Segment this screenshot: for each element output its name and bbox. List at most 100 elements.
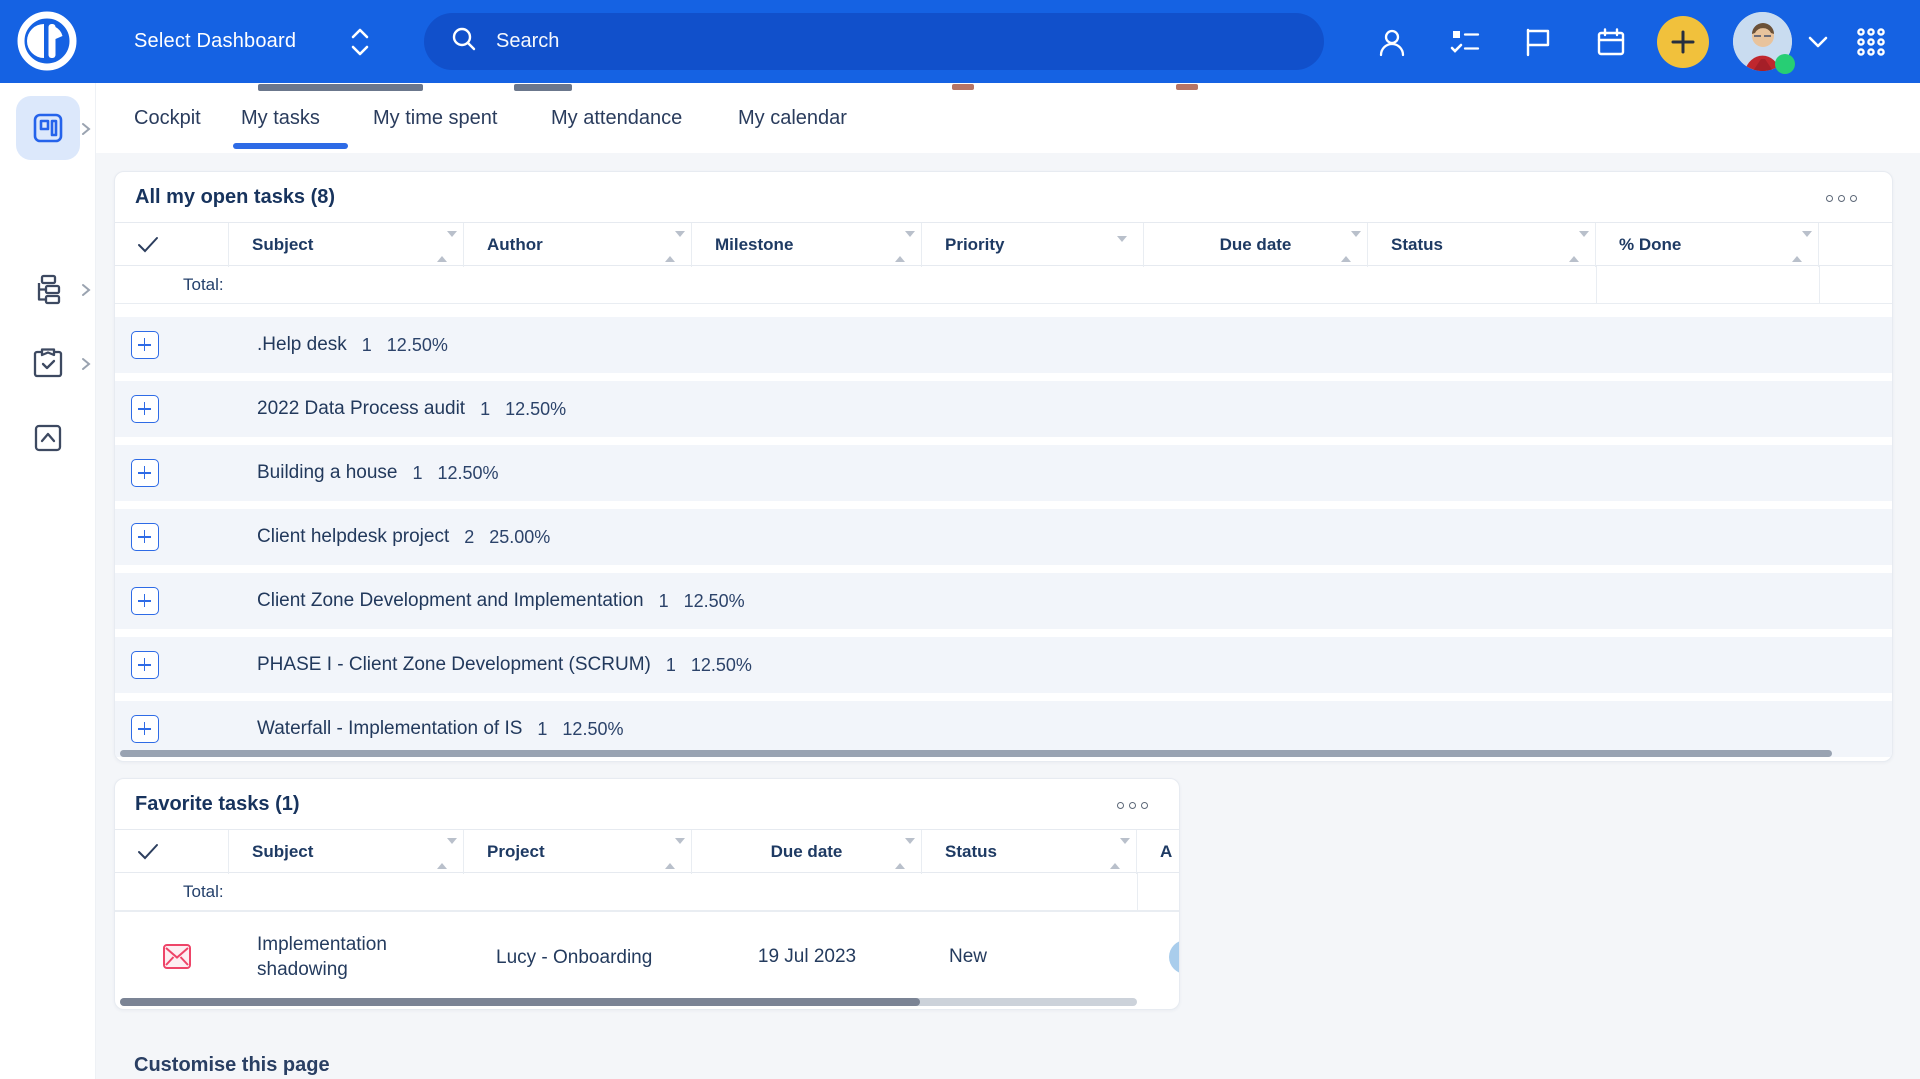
search-placeholder: Search [496, 30, 559, 53]
column-header-project[interactable]: Project [464, 830, 692, 874]
column-header-milestone[interactable]: Milestone [692, 223, 922, 267]
sidebar-item-tasks[interactable] [0, 331, 96, 395]
column-header-author[interactable]: Author [464, 223, 692, 267]
task-group-row[interactable]: Waterfall - Implementation of IS 1 12.50… [115, 701, 1892, 757]
more-options-icon[interactable] [1117, 797, 1157, 813]
tab-my-attendance[interactable]: My attendance [551, 83, 682, 153]
dashboard-icon [16, 96, 80, 160]
customise-page-link[interactable]: Customise this page [134, 1054, 330, 1077]
task-subject[interactable]: Implementation shadowing [257, 912, 437, 1002]
task-group-row[interactable]: Client helpdesk project 2 25.00% [115, 509, 1892, 565]
sort-icon [437, 844, 447, 864]
task-due-date: 19 Jul 2023 [692, 912, 922, 1002]
online-status-dot [1775, 54, 1795, 74]
more-options-icon[interactable] [1826, 190, 1866, 206]
expand-group-button[interactable] [131, 523, 159, 551]
totals-row: Total: [115, 266, 1892, 304]
check-icon [136, 842, 160, 862]
tab-cockpit[interactable]: Cockpit [134, 83, 201, 153]
favorite-task-row[interactable]: Implementation shadowing Lucy - Onboardi… [115, 911, 1179, 1001]
tab-my-calendar[interactable]: My calendar [738, 83, 847, 153]
column-header-percent-done[interactable]: % Done [1596, 223, 1819, 267]
app-logo-icon[interactable] [13, 7, 81, 75]
expand-group-button[interactable] [131, 459, 159, 487]
column-header-clipped[interactable]: A [1137, 830, 1180, 874]
clipped-content-fragment [952, 84, 974, 90]
search-icon [450, 25, 478, 58]
sort-icon [1341, 237, 1351, 257]
my-tasks-icon[interactable] [1449, 26, 1481, 58]
panel-title: Favorite tasks (1) [135, 793, 300, 816]
sort-icon [1792, 237, 1802, 257]
clipped-content-fragment [1176, 84, 1198, 90]
left-sidebar [0, 83, 96, 1079]
column-header-subject[interactable]: Subject [229, 830, 464, 874]
dashboard-page: Select Dashboard Search [0, 0, 1920, 1079]
assignee-avatar[interactable] [1169, 940, 1180, 974]
expand-group-button[interactable] [131, 715, 159, 743]
flag-icon[interactable] [1522, 26, 1554, 58]
sidebar-item-collapse[interactable] [0, 406, 96, 470]
dashboard-selector-chevrons-icon[interactable] [347, 26, 373, 63]
task-group-row[interactable]: Building a house 1 12.50% [115, 445, 1892, 501]
user-avatar[interactable] [1733, 12, 1792, 71]
sort-icon [665, 237, 675, 257]
expand-group-button[interactable] [131, 331, 159, 359]
dashboard-selector[interactable]: Select Dashboard [134, 0, 296, 83]
select-all-cell[interactable] [115, 830, 229, 874]
task-group-row[interactable]: PHASE I - Client Zone Development (SCRUM… [115, 637, 1892, 693]
expand-group-button[interactable] [131, 587, 159, 615]
task-group-row[interactable]: 2022 Data Process audit 1 12.50% [115, 381, 1892, 437]
sort-icon [1110, 844, 1120, 864]
profile-icon[interactable] [1376, 26, 1408, 58]
totals-row: Total: [115, 873, 1179, 911]
tab-my-time-spent[interactable]: My time spent [373, 83, 497, 153]
table-header-row: Subject Author Milestone Priority Due da… [115, 222, 1892, 266]
chevron-right-icon [79, 121, 93, 142]
filter-dropdown-icon [1117, 242, 1127, 262]
horizontal-scrollbar-thumb[interactable] [120, 998, 920, 1006]
sidebar-item-projects[interactable] [0, 257, 96, 321]
column-header-due-date[interactable]: Due date [692, 830, 922, 874]
sort-icon [1569, 237, 1579, 257]
chevron-right-icon [79, 356, 93, 377]
table-header-row: Subject Project Due date Status A [115, 829, 1179, 873]
all-my-open-tasks-panel: All my open tasks (8) Subject Author Mil… [114, 171, 1893, 762]
top-bar: Select Dashboard Search [0, 0, 1920, 83]
sort-icon [665, 844, 675, 864]
add-button[interactable] [1657, 16, 1709, 68]
chevron-up-box-icon [16, 406, 80, 470]
sidebar-item-dashboard[interactable] [0, 96, 96, 160]
task-group-row[interactable]: Client Zone Development and Implementati… [115, 573, 1892, 629]
apps-grid-icon[interactable] [1855, 26, 1887, 58]
mail-icon [162, 943, 192, 975]
search-input[interactable]: Search [424, 13, 1324, 70]
task-group-row[interactable]: .Help desk 1 12.50% [115, 317, 1892, 373]
sort-icon [895, 237, 905, 257]
clipboard-check-icon [16, 331, 80, 395]
avatar-menu-chevron-icon[interactable] [1805, 33, 1831, 56]
column-header-status[interactable]: Status [1368, 223, 1596, 267]
task-status: New [949, 912, 1109, 1002]
column-header-due-date[interactable]: Due date [1144, 223, 1368, 267]
expand-group-button[interactable] [131, 651, 159, 679]
check-icon [136, 235, 160, 255]
expand-group-button[interactable] [131, 395, 159, 423]
page-tabs-strip: Cockpit My tasks My time spent My attend… [96, 83, 1920, 153]
panel-title: All my open tasks (8) [135, 186, 335, 209]
horizontal-scrollbar[interactable] [120, 750, 1832, 757]
task-project[interactable]: Lucy - Onboarding [496, 912, 656, 1002]
select-all-cell[interactable] [115, 223, 229, 267]
calendar-icon[interactable] [1595, 26, 1627, 58]
sort-icon [437, 237, 447, 257]
column-header-empty [1819, 223, 1893, 267]
active-tab-indicator [233, 143, 348, 149]
column-header-subject[interactable]: Subject [229, 223, 464, 267]
chevron-right-icon [79, 282, 93, 303]
column-header-priority[interactable]: Priority [922, 223, 1144, 267]
project-tree-icon [16, 257, 80, 321]
column-header-status[interactable]: Status [922, 830, 1137, 874]
favorite-tasks-panel: Favorite tasks (1) Subject Project Due d… [114, 778, 1180, 1010]
dashboard-selector-label: Select Dashboard [134, 30, 296, 53]
sort-icon [895, 844, 905, 864]
